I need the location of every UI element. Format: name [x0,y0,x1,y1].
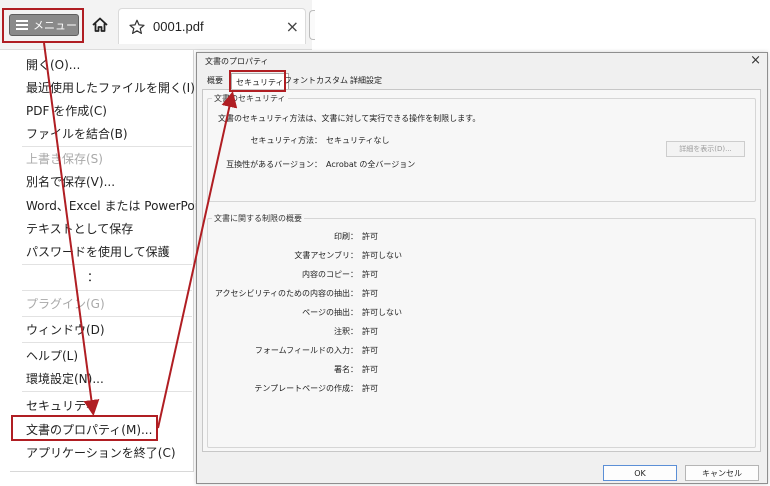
menu-item-exit[interactable]: アプリケーションを終了(C) [26,445,176,461]
tab-overview[interactable]: 概要 [207,75,223,86]
tab-title: 0001.pdf [153,19,204,34]
home-button[interactable] [89,14,111,36]
menu-item-combine-files[interactable]: ファイルを結合(B) [26,126,128,142]
security-method-value: セキュリティなし [326,135,390,146]
document-tab[interactable]: 0001.pdf × [118,8,306,44]
restriction-value: 許可 [362,269,378,280]
menu-item-document-properties[interactable]: 文書のプロパティ(M)... [26,422,152,438]
tab-fonts[interactable]: フォント [284,75,316,86]
document-security-title: 文書のセキュリティ [212,93,288,104]
menu-item-plugins: プラグイン(G) [26,296,105,312]
restriction-value: 許可 [362,288,378,299]
restrictions-summary-title: 文書に関する制限の概要 [212,213,304,224]
menu-item-export-office[interactable]: Word、Excel または PowerPoint [26,198,210,214]
restriction-value: 許可 [362,383,378,394]
compatible-version-value: Acrobat の全バージョン [326,159,415,170]
home-icon [89,14,111,36]
menu-item-save-as[interactable]: 別名で保存(V)... [26,174,115,190]
close-tab-icon[interactable]: × [286,19,299,35]
hamburger-icon [16,20,28,30]
menu-item-password-protect[interactable]: パスワードを使用して保護 [26,244,170,260]
menu-separator [22,264,192,265]
menu-separator [22,342,192,343]
restriction-value: 許可 [362,364,378,375]
menu-button[interactable]: メニュー [9,14,79,36]
menu-item-security[interactable]: セキュリティ [26,398,97,414]
restriction-label: 署名： [158,364,358,375]
menu-button-label: メニュー [33,17,77,33]
star-icon[interactable] [129,19,145,35]
restriction-label: ページの抽出： [158,307,358,318]
menu-item-help[interactable]: ヘルプ(L) [26,348,78,364]
menu-item-save: 上書き保存(S) [26,151,103,167]
restriction-value: 許可 [362,231,378,242]
restriction-label: 文書アセンブリ： [158,250,358,261]
menu-item-window[interactable]: ウィンドウ(D) [26,322,105,338]
restriction-value: 許可 [362,326,378,337]
menu-item-preferences[interactable]: 環境設定(N)... [26,371,104,387]
dialog-title: 文書のプロパティ [205,56,269,67]
restriction-label: フォームフィールドの入力： [158,345,358,356]
menu-item-save-as-text[interactable]: テキストとして保存 [26,221,133,237]
document-properties-dialog: 文書のプロパティ × 概要 セキュリティ フォント カスタム 詳細設定 文書のセ… [196,52,768,484]
main-menu: 開く(O)... 最近使用したファイルを開く(I) PDF を作成(C) ファイ… [10,50,194,472]
restriction-value: 許可しない [362,307,402,318]
next-tab-edge[interactable] [309,10,315,40]
menu-separator [22,146,192,147]
security-description: 文書のセキュリティ方法は、文書に対して実行できる操作を制限します。 [218,113,480,124]
tab-security[interactable]: セキュリティ [231,73,289,90]
security-method-label: セキュリティ方法： [122,135,322,146]
show-details-button: 詳細を表示(D)... [666,141,745,157]
restriction-label: 内容のコピー： [158,269,358,280]
restriction-label: 印刷： [158,231,358,242]
acrobat-toolbar: メニュー 0001.pdf × [0,0,312,50]
ok-button[interactable]: OK [603,465,677,481]
restriction-value: 許可 [362,345,378,356]
cancel-button[interactable]: キャンセル [685,465,759,481]
restrictions-summary-group: 文書に関する制限の概要 印刷： 許可 文書アセンブリ： 許可しない 内容のコピー… [207,218,756,448]
restriction-value: 許可しない [362,250,402,261]
security-tab-panel: 文書のセキュリティ 文書のセキュリティ方法は、文書に対して実行できる操作を制限し… [202,89,761,452]
menu-omission-mark: ： [87,268,99,285]
tab-custom[interactable]: カスタム [316,75,348,86]
compatible-version-label: 互換性があるバージョン： [122,159,322,170]
tab-advanced[interactable]: 詳細設定 [350,75,382,86]
menu-item-open-recent[interactable]: 最近使用したファイルを開く(I) [26,80,195,96]
document-security-group: 文書のセキュリティ 文書のセキュリティ方法は、文書に対して実行できる操作を制限し… [207,98,756,202]
menu-item-open[interactable]: 開く(O)... [26,57,80,73]
menu-item-create-pdf[interactable]: PDF を作成(C) [26,103,107,119]
restriction-label: アクセシビリティのための内容の抽出： [158,288,358,299]
restriction-label: テンプレートページの作成： [158,383,358,394]
restriction-label: 注釈： [158,326,358,337]
dialog-close-icon[interactable]: × [750,53,761,68]
